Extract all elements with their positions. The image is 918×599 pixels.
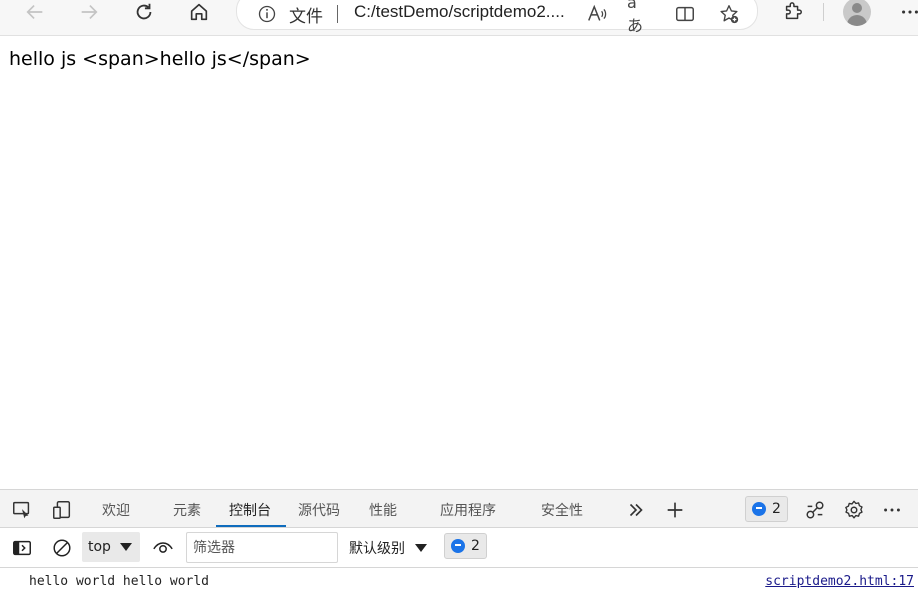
split-screen-icon — [676, 6, 694, 22]
console-settings-button[interactable] — [910, 536, 918, 560]
url-text[interactable]: C:/testDemo/scriptdemo2.... — [354, 2, 565, 22]
home-icon — [190, 3, 208, 21]
tab-welcome[interactable]: 欢迎 — [102, 500, 130, 520]
home-button[interactable] — [184, 0, 214, 24]
refresh-button[interactable] — [129, 0, 159, 24]
forward-icon — [81, 4, 98, 20]
more-icon — [884, 508, 900, 512]
show-sidebar-button[interactable] — [10, 536, 34, 560]
network-conditions-button[interactable] — [803, 498, 827, 522]
address-bar[interactable]: 文件 C:/testDemo/scriptdemo2.... aあ — [236, 0, 758, 35]
devtools-more-button[interactable] — [880, 498, 904, 522]
chevron-double-right-icon — [629, 503, 643, 517]
more-tabs-button[interactable] — [624, 498, 648, 522]
extensions-button[interactable] — [778, 0, 808, 24]
context-value: top — [88, 539, 111, 555]
page-body-text: hello js <span>hello js</span> — [9, 48, 311, 70]
add-favorite-icon — [720, 5, 739, 24]
translate-icon: aあ — [627, 0, 644, 35]
filter-input[interactable] — [186, 532, 338, 563]
gear-icon — [845, 500, 863, 519]
inspect-element-button[interactable] — [10, 498, 34, 522]
devtools-tab-bar: 欢迎 元素 控制台 源代码 性能 应用程序 安全性 2 — [0, 490, 918, 528]
back-button[interactable] — [20, 0, 50, 24]
extensions-icon — [785, 2, 802, 20]
device-toolbar-icon — [53, 501, 71, 519]
read-aloud-button[interactable] — [585, 2, 609, 26]
issues-badge[interactable]: 2 — [745, 496, 788, 522]
tab-security[interactable]: 安全性 — [541, 500, 583, 520]
settings-button[interactable] — [842, 498, 866, 522]
add-tab-button[interactable] — [663, 498, 687, 522]
refresh-icon — [136, 3, 152, 20]
active-tab-indicator — [216, 525, 286, 527]
context-selector[interactable]: top — [82, 532, 140, 562]
translate-button[interactable]: aあ — [627, 0, 651, 35]
message-icon — [752, 502, 766, 516]
message-icon — [451, 539, 465, 553]
console-toolbar: top 默认级别 2 — [0, 528, 918, 568]
back-icon — [26, 4, 43, 20]
console-message-row: hello world hello world scriptdemo2.html… — [0, 570, 918, 592]
inspect-icon — [13, 501, 30, 519]
tab-elements[interactable]: 元素 — [173, 500, 201, 520]
console-message-text: hello world hello world — [29, 574, 210, 589]
tab-console[interactable]: 控制台 — [229, 500, 271, 520]
toolbar-divider — [823, 3, 824, 21]
split-screen-button[interactable] — [673, 2, 697, 26]
connected-nodes-icon — [806, 501, 824, 519]
clear-console-button[interactable] — [50, 536, 74, 560]
browser-toolbar: 文件 C:/testDemo/scriptdemo2.... aあ — [0, 0, 918, 36]
message-count: 2 — [471, 538, 480, 554]
profile-icon[interactable] — [843, 0, 871, 26]
caret-down-icon — [415, 544, 427, 552]
add-favorite-button[interactable] — [717, 2, 741, 26]
caret-down-icon — [120, 543, 132, 551]
gear-icon — [911, 537, 918, 559]
tab-application[interactable]: 应用程序 — [440, 500, 496, 520]
console-source-link[interactable]: scriptdemo2.html:17 — [765, 574, 914, 589]
console-messages-badge[interactable]: 2 — [444, 533, 487, 559]
tab-sources[interactable]: 源代码 — [298, 500, 340, 520]
log-level-value: 默认级别 — [349, 541, 405, 557]
address-divider — [337, 5, 338, 23]
devtools-panel: 欢迎 元素 控制台 源代码 性能 应用程序 安全性 2 top 筛选器 默认级别… — [0, 489, 918, 599]
sidebar-toggle-icon — [13, 540, 31, 556]
forward-button[interactable] — [74, 0, 104, 24]
browser-window: 文件 C:/testDemo/scriptdemo2.... aあ hello … — [0, 0, 918, 599]
info-icon[interactable] — [257, 4, 277, 24]
log-level-selector[interactable]: 默认级别 — [349, 538, 427, 558]
tab-performance[interactable]: 性能 — [369, 500, 397, 520]
device-emulation-button[interactable] — [50, 498, 74, 522]
eye-icon — [153, 542, 173, 553]
address-prefix: 文件 — [289, 7, 323, 26]
more-button[interactable] — [895, 0, 918, 24]
issues-count: 2 — [772, 501, 781, 517]
clear-icon — [53, 539, 71, 557]
more-icon — [902, 10, 918, 14]
live-expression-button[interactable] — [151, 536, 175, 560]
read-aloud-icon — [588, 4, 607, 21]
plus-icon — [667, 502, 683, 518]
